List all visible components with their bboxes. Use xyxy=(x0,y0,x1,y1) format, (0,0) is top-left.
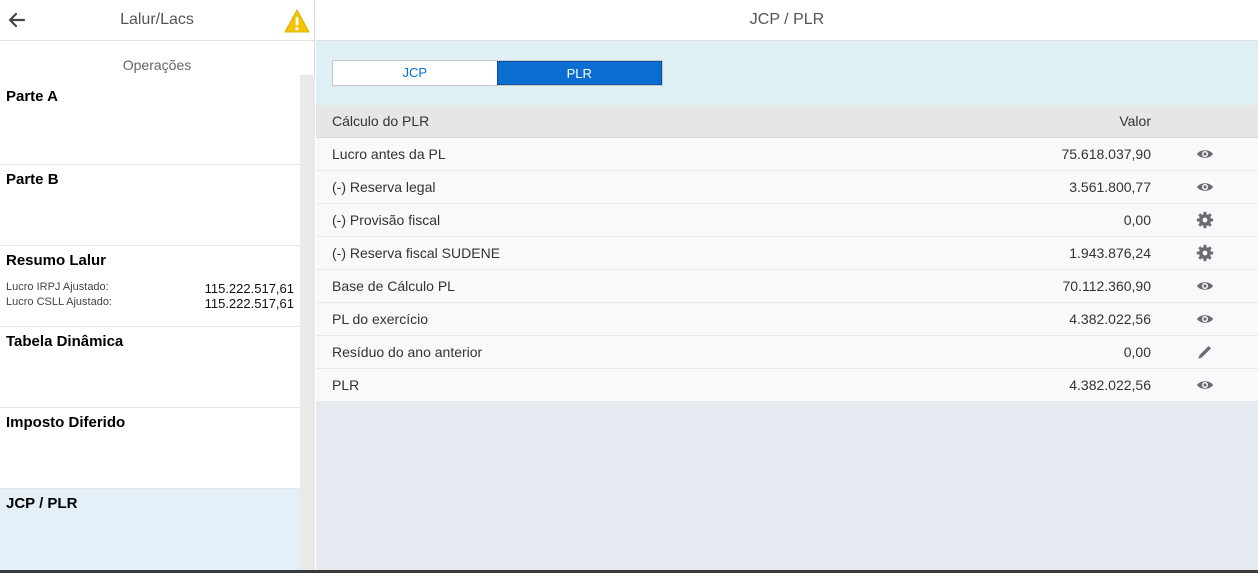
table-row: (-) Reserva legal 3.561.800,77 xyxy=(316,171,1258,204)
table-row: Resíduo do ano anterior 0,00 xyxy=(316,336,1258,369)
detail-panel: JCP / PLR JCP PLR Cálculo do PLR Valor L… xyxy=(316,0,1258,573)
table-body: Lucro antes da PL 75.618.037,90 (-) Reserv… xyxy=(316,138,1258,402)
detail-title: JCP / PLR xyxy=(316,0,1258,41)
table-row: PLR 4.382.022,56 xyxy=(316,369,1258,402)
nav-item-parte-a[interactable]: Parte A xyxy=(0,82,300,165)
eye-icon[interactable] xyxy=(1151,178,1258,196)
table-row: Base de Cálculo PL 70.112.360,90 xyxy=(316,270,1258,303)
gear-icon[interactable] xyxy=(1151,244,1258,262)
pencil-icon[interactable] xyxy=(1151,343,1258,361)
row-label: PLR xyxy=(332,377,360,393)
nav-list: Parte A Parte B Resumo Lalur Lucro IRPJ … xyxy=(0,82,300,573)
scrollbar[interactable] xyxy=(300,75,315,573)
row-label: PL do exercício xyxy=(332,311,428,327)
eye-icon[interactable] xyxy=(1151,310,1258,328)
table-row: PL do exercício 4.382.022,56 xyxy=(316,303,1258,336)
nav-item-parte-b[interactable]: Parte B xyxy=(0,165,300,246)
master-panel: Lalur/Lacs Operações Parte A Parte B Res… xyxy=(0,0,315,573)
row-value: 3.561.800,77 xyxy=(1069,179,1151,195)
nav-item-label: Parte A xyxy=(6,88,58,105)
nav-item-label: JCP / PLR xyxy=(6,495,78,512)
nav-item-imposto-diferido[interactable]: Imposto Diferido xyxy=(0,408,300,489)
nav-item-label: Tabela Dinâmica xyxy=(6,333,124,350)
lucro-irpj-row: Lucro IRPJ Ajustado: 115.222.517,61 xyxy=(6,281,294,296)
master-title: Lalur/Lacs xyxy=(120,11,194,28)
lucro-irpj-value: 115.222.517,61 xyxy=(204,281,294,296)
lucro-csll-row: Lucro CSLL Ajustado: 115.222.517,61 xyxy=(6,296,294,311)
column-header-label: Cálculo do PLR xyxy=(332,113,430,129)
row-value: 0,00 xyxy=(1123,344,1151,360)
plr-table: Cálculo do PLR Valor Lucro antes da PL 75… xyxy=(316,105,1258,402)
row-value: 1.943.876,24 xyxy=(1069,245,1151,261)
section-title: Operações xyxy=(122,57,192,73)
nav-item-jcp-plr[interactable]: JCP / PLR xyxy=(0,489,300,573)
row-label: Base de Cálculo PL xyxy=(332,278,455,294)
row-value: 75.618.037,90 xyxy=(1061,146,1151,162)
nav-item-label: Imposto Diferido xyxy=(6,414,126,431)
eye-icon[interactable] xyxy=(1151,376,1258,394)
nav-item-resumo-lalur[interactable]: Resumo Lalur Lucro IRPJ Ajustado: 115.22… xyxy=(0,246,300,327)
nav-item-tabela-dinamica[interactable]: Tabela Dinâmica xyxy=(0,327,300,408)
segment-plr[interactable]: PLR xyxy=(496,61,662,85)
row-label: Lucro antes da PL xyxy=(332,146,446,162)
lucro-irpj-label: Lucro IRPJ Ajustado: xyxy=(6,281,109,293)
eye-icon[interactable] xyxy=(1151,145,1258,163)
master-header: Lalur/Lacs xyxy=(0,0,314,41)
table-row: (-) Provisão fiscal 0,00 xyxy=(316,204,1258,237)
row-value: 4.382.022,56 xyxy=(1069,377,1151,393)
column-header-value: Valor xyxy=(1119,113,1151,129)
segment-bar: JCP PLR xyxy=(316,41,1258,105)
row-value: 0,00 xyxy=(1123,212,1151,228)
nav-item-label: Resumo Lalur xyxy=(6,252,107,269)
eye-icon[interactable] xyxy=(1151,277,1258,295)
table-row: Lucro antes da PL 75.618.037,90 xyxy=(316,138,1258,171)
row-label: Resíduo do ano anterior xyxy=(332,344,483,360)
row-value: 4.382.022,56 xyxy=(1069,311,1151,327)
row-label: (-) Reserva fiscal SUDENE xyxy=(332,245,501,261)
nav-item-label: Parte B xyxy=(6,171,59,188)
segment-jcp[interactable]: JCP xyxy=(333,61,497,85)
gear-icon[interactable] xyxy=(1151,211,1258,229)
row-value: 70.112.360,90 xyxy=(1062,278,1152,294)
table-header: Cálculo do PLR Valor xyxy=(316,105,1258,138)
table-row: (-) Reserva fiscal SUDENE 1.943.876,24 xyxy=(316,237,1258,270)
row-label: (-) Provisão fiscal xyxy=(332,212,441,228)
lucro-csll-label: Lucro CSLL Ajustado: xyxy=(6,296,112,308)
row-label: (-) Reserva legal xyxy=(332,179,436,195)
warning-icon[interactable] xyxy=(284,9,310,33)
lucro-csll-value: 115.222.517,61 xyxy=(204,296,294,311)
segmented-button: JCP PLR xyxy=(332,60,663,86)
